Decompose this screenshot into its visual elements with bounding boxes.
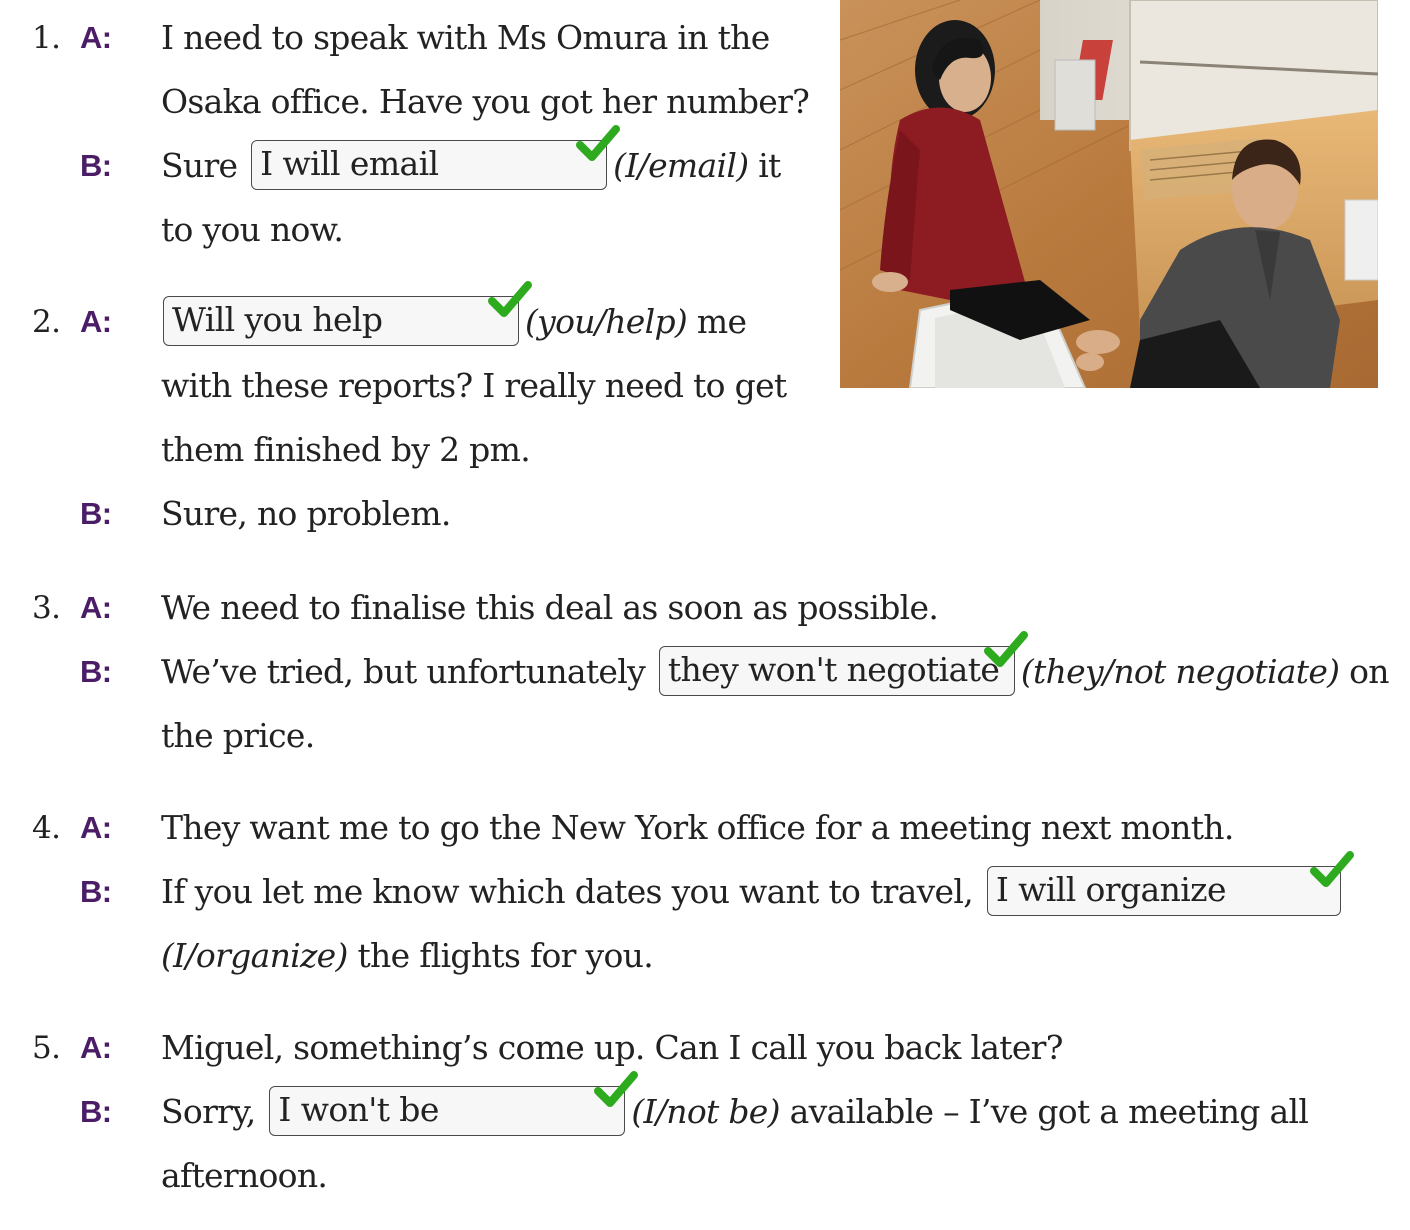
text-after-gap: the flights for you. — [357, 936, 653, 975]
item-5-line-b1: B: Sorry, I won't be (I/not be) availabl… — [0, 1071, 1400, 1144]
verb-hint: (you/help) — [525, 302, 688, 341]
dialogue-text: We’ve tried, but unfortunately they won'… — [161, 631, 1390, 704]
checkmark-icon — [1309, 851, 1354, 887]
item-number: 5. — [32, 1030, 61, 1066]
dialogue-text: Sorry, I won't be (I/not be) available –… — [161, 1071, 1309, 1144]
item-1-line-a1: 1. A: I need to speak with Ms Omura in t… — [0, 6, 820, 70]
item-number: 2. — [32, 304, 61, 340]
answer-field[interactable]: I will organize — [986, 851, 1354, 916]
speaker-label: B: — [80, 496, 112, 531]
speaker-label: B: — [80, 654, 112, 689]
verb-hint: (they/not negotiate) — [1020, 652, 1340, 691]
speaker-label: A: — [80, 590, 112, 625]
dialogue-text: If you let me know which dates you want … — [161, 851, 1354, 924]
item-number: 4. — [32, 810, 61, 846]
item-2-line-b1: B: Sure, no problem. — [0, 482, 820, 546]
item-1-line-a2: Osaka office. Have you got her number? — [0, 70, 820, 134]
speaker-label: A: — [80, 304, 112, 339]
answer-text: Will you help — [172, 300, 383, 339]
text-after-gap: it — [758, 146, 781, 185]
item-5-line-a1: 5. A: Miguel, something’s come up. Can I… — [0, 1016, 1400, 1080]
answer-text: I will organize — [995, 870, 1227, 909]
speaker-label: A: — [80, 810, 112, 845]
speaker-label: B: — [80, 148, 112, 183]
answer-field[interactable]: I won't be — [269, 1071, 639, 1136]
verb-hint: (I/not be) — [631, 1092, 780, 1131]
speaker-label: B: — [80, 1094, 112, 1129]
item-3-line-b2: the price. — [0, 704, 1400, 768]
item-number: 3. — [32, 590, 61, 626]
text-before-gap: Sure — [161, 146, 238, 185]
item-5-line-b2: afternoon. — [0, 1144, 1400, 1208]
text-after-gap: me — [696, 302, 747, 341]
text-before-gap: Sorry, — [161, 1092, 256, 1131]
item-2-line-a3: them finished by 2 pm. — [0, 418, 820, 482]
dialogue-text: Will you help (you/help) me — [161, 281, 747, 354]
item-2-line-a1: 2. A: Will you help (you/help) me — [0, 281, 820, 354]
answer-field[interactable]: they won't negotiate — [658, 631, 1028, 696]
text-after-gap: on — [1349, 652, 1389, 691]
checkmark-icon — [488, 281, 532, 317]
dialogue-text: We need to finalise this deal as soon as… — [161, 588, 939, 627]
item-1-line-b2: to you now. — [0, 198, 820, 262]
text-after-gap: available – I’ve got a meeting all — [789, 1092, 1309, 1131]
answer-text: they won't negotiate — [667, 650, 1000, 689]
item-3-line-b1: B: We’ve tried, but unfortunately they w… — [0, 631, 1400, 704]
item-number: 1. — [32, 20, 61, 56]
text-before-gap: If you let me know which dates you want … — [161, 872, 974, 911]
dialogue-text: Sure, no problem. — [161, 494, 451, 533]
dialogue-text: with these reports? I really need to get — [161, 366, 787, 405]
verb-hint: (I/email) — [613, 146, 749, 185]
dialogue-text: the price. — [161, 716, 315, 755]
item-4-line-b2: (I/organize) the flights for you. — [0, 924, 1400, 988]
checkmark-icon — [983, 631, 1028, 667]
speaker-label: A: — [80, 20, 112, 55]
answer-text: I won't be — [278, 1090, 439, 1129]
item-1-line-b1: B: Sure I will email (I/email) it — [0, 125, 820, 198]
checkmark-icon — [594, 1071, 639, 1107]
dialogue-text: They want me to go the New York office f… — [161, 808, 1234, 847]
dialogue-text: I need to speak with Ms Omura in the — [161, 18, 770, 57]
speaker-label: A: — [80, 1030, 112, 1065]
item-4-line-a1: 4. A: They want me to go the New York of… — [0, 796, 1400, 860]
answer-text: I will email — [260, 144, 439, 183]
dialogue-text: Sure I will email (I/email) it — [161, 125, 781, 198]
speaker-label: B: — [80, 874, 112, 909]
office-meeting-photo — [840, 0, 1378, 388]
answer-field[interactable]: I will email — [251, 125, 621, 190]
item-4-line-b1: B: If you let me know which dates you wa… — [0, 851, 1400, 924]
text-before-gap: We’ve tried, but unfortunately — [161, 652, 646, 691]
item-3-line-a1: 3. A: We need to finalise this deal as s… — [0, 576, 1400, 640]
item-2-line-a2: with these reports? I really need to get — [0, 354, 820, 418]
photo-illustration — [840, 0, 1378, 388]
checkmark-icon — [576, 125, 621, 161]
dialogue-text: them finished by 2 pm. — [161, 430, 531, 469]
dialogue-text: Osaka office. Have you got her number? — [161, 82, 810, 121]
verb-hint: (I/organize) — [161, 936, 348, 975]
answer-field[interactable]: Will you help — [163, 281, 532, 346]
dialogue-text: to you now. — [161, 210, 344, 249]
dialogue-text: afternoon. — [161, 1156, 328, 1195]
dialogue-text: (I/organize) the flights for you. — [161, 924, 654, 988]
